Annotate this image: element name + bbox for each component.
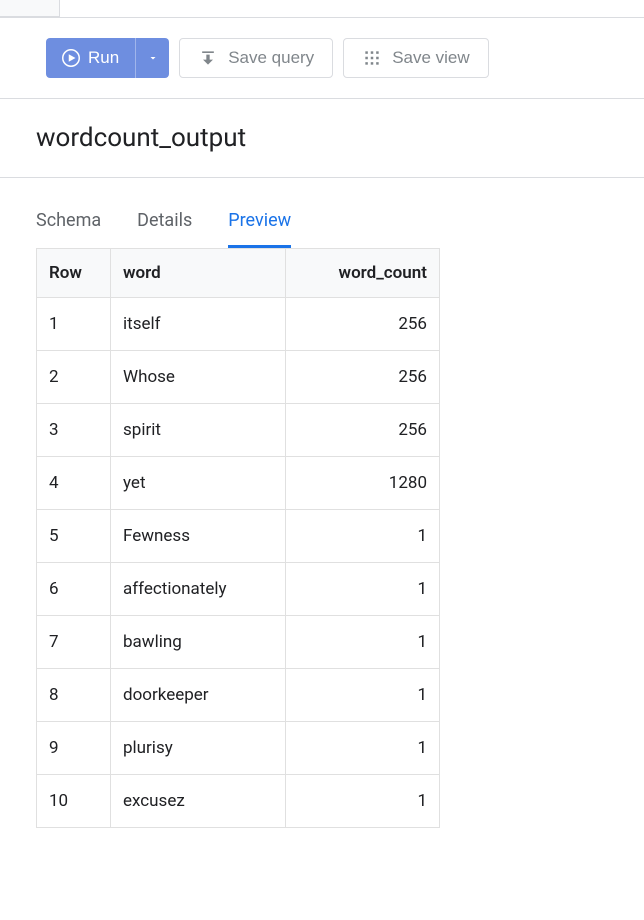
cell-row: 5 bbox=[37, 510, 111, 563]
table-row: 9plurisy1 bbox=[37, 722, 440, 775]
cell-word-count: 1 bbox=[285, 775, 439, 828]
cell-word: Whose bbox=[111, 351, 286, 404]
run-dropdown[interactable] bbox=[135, 38, 169, 78]
grid-icon bbox=[362, 48, 382, 68]
tabs: Schema Details Preview bbox=[0, 202, 644, 248]
table-row: 3spirit256 bbox=[37, 404, 440, 457]
run-button-label: Run bbox=[88, 48, 119, 68]
tab-schema[interactable]: Schema bbox=[36, 202, 101, 248]
page-title: wordcount_output bbox=[36, 123, 644, 153]
cell-row: 10 bbox=[37, 775, 111, 828]
save-view-button[interactable]: Save view bbox=[343, 38, 488, 78]
top-strip bbox=[0, 0, 644, 18]
table-row: 6affectionately1 bbox=[37, 563, 440, 616]
title-section: wordcount_output bbox=[0, 99, 644, 178]
table-row: 4yet1280 bbox=[37, 457, 440, 510]
cell-word-count: 256 bbox=[285, 404, 439, 457]
run-button-group: Run bbox=[46, 38, 169, 78]
cell-word-count: 256 bbox=[285, 298, 439, 351]
cell-word-count: 1 bbox=[285, 722, 439, 775]
cell-row: 9 bbox=[37, 722, 111, 775]
cell-row: 2 bbox=[37, 351, 111, 404]
data-table: Row word word_count 1itself2562Whose2563… bbox=[36, 248, 440, 828]
cell-word: itself bbox=[111, 298, 286, 351]
cell-row: 1 bbox=[37, 298, 111, 351]
col-header-word: word bbox=[111, 249, 286, 298]
table-body: 1itself2562Whose2563spirit2564yet12805Fe… bbox=[37, 298, 440, 828]
cell-word: excusez bbox=[111, 775, 286, 828]
cell-word-count: 1280 bbox=[285, 457, 439, 510]
toolbar: Run Save query Save view bbox=[0, 18, 644, 99]
col-header-word-count: word_count bbox=[285, 249, 439, 298]
caret-down-icon bbox=[147, 52, 159, 64]
table-row: 8doorkeeper1 bbox=[37, 669, 440, 722]
cell-word: affectionately bbox=[111, 563, 286, 616]
top-strip-tab bbox=[0, 0, 60, 17]
table-wrap: Row word word_count 1itself2562Whose2563… bbox=[0, 248, 644, 828]
download-icon bbox=[198, 48, 218, 68]
cell-word-count: 1 bbox=[285, 616, 439, 669]
cell-word-count: 256 bbox=[285, 351, 439, 404]
save-query-button[interactable]: Save query bbox=[179, 38, 333, 78]
cell-word: spirit bbox=[111, 404, 286, 457]
run-button[interactable]: Run bbox=[46, 38, 135, 78]
cell-row: 8 bbox=[37, 669, 111, 722]
cell-word: Fewness bbox=[111, 510, 286, 563]
cell-word-count: 1 bbox=[285, 669, 439, 722]
col-header-row: Row bbox=[37, 249, 111, 298]
cell-row: 7 bbox=[37, 616, 111, 669]
play-icon bbox=[62, 49, 80, 67]
table-row: 10excusez1 bbox=[37, 775, 440, 828]
tab-details[interactable]: Details bbox=[137, 202, 192, 248]
cell-word: plurisy bbox=[111, 722, 286, 775]
cell-word: bawling bbox=[111, 616, 286, 669]
tab-preview[interactable]: Preview bbox=[228, 202, 291, 248]
cell-word: yet bbox=[111, 457, 286, 510]
save-view-label: Save view bbox=[392, 48, 469, 68]
cell-row: 3 bbox=[37, 404, 111, 457]
cell-word-count: 1 bbox=[285, 563, 439, 616]
save-query-label: Save query bbox=[228, 48, 314, 68]
table-row: 2Whose256 bbox=[37, 351, 440, 404]
cell-word: doorkeeper bbox=[111, 669, 286, 722]
table-row: 1itself256 bbox=[37, 298, 440, 351]
cell-word-count: 1 bbox=[285, 510, 439, 563]
cell-row: 6 bbox=[37, 563, 111, 616]
table-row: 5Fewness1 bbox=[37, 510, 440, 563]
cell-row: 4 bbox=[37, 457, 111, 510]
table-row: 7bawling1 bbox=[37, 616, 440, 669]
